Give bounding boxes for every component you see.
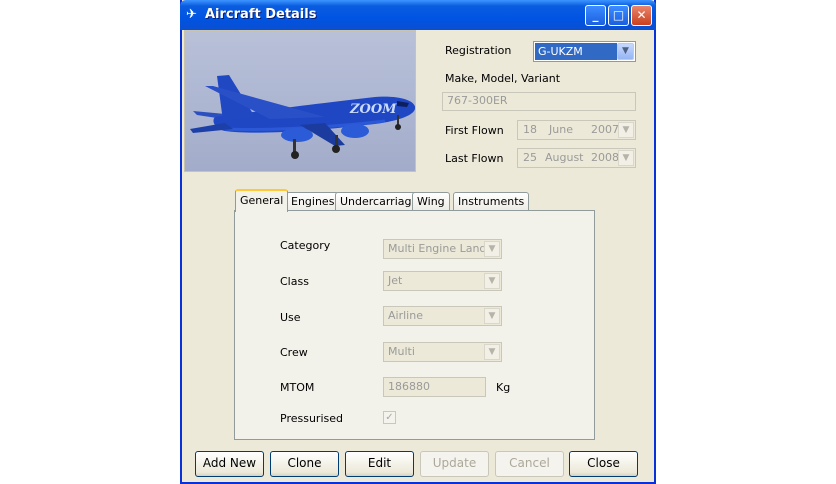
pressurised-checkbox[interactable]: ✓ <box>383 411 396 424</box>
registration-combo[interactable]: G-UKZM ▼ <box>533 41 636 62</box>
first-flown-date[interactable]: 18 June 2007 ▼ <box>517 120 636 140</box>
crew-value: Multi <box>388 345 415 358</box>
crew-label: Crew <box>280 346 308 359</box>
tab-instruments[interactable]: Instruments <box>453 192 530 211</box>
first-flown-month: June <box>549 123 573 136</box>
class-label: Class <box>280 275 309 288</box>
close-icon: ✕ <box>636 8 647 22</box>
mtom-label: MTOM <box>280 381 315 394</box>
last-flown-label: Last Flown <box>445 152 504 165</box>
use-combo[interactable]: Airline ▼ <box>383 306 502 326</box>
update-button[interactable]: Update <box>420 451 489 477</box>
tab-undercarriage[interactable]: Undercarriage <box>335 192 424 211</box>
close-window-button[interactable]: ✕ <box>631 5 652 26</box>
use-label: Use <box>280 311 301 324</box>
registration-label: Registration <box>445 44 512 57</box>
chevron-down-icon[interactable]: ▼ <box>617 43 634 60</box>
tab-wing[interactable]: Wing <box>412 192 450 211</box>
mtom-field[interactable]: 186880 <box>383 377 486 397</box>
category-combo[interactable]: Multi Engine Land ▼ <box>383 239 502 259</box>
use-value: Airline <box>388 309 423 322</box>
tab-general[interactable]: General <box>235 189 289 212</box>
last-flown-year: 2008 <box>591 151 619 164</box>
maximize-icon: □ <box>612 8 625 22</box>
last-flown-month: August <box>545 151 584 164</box>
tab-engines[interactable]: Engines <box>286 192 340 211</box>
chevron-down-icon[interactable]: ▼ <box>484 308 500 324</box>
first-flown-day: 18 <box>523 123 537 136</box>
chevron-down-icon[interactable]: ▼ <box>484 273 500 289</box>
mtom-unit: Kg <box>496 381 511 394</box>
first-flown-label: First Flown <box>445 124 504 137</box>
last-flown-date[interactable]: 25 August 2008 ▼ <box>517 148 636 168</box>
chevron-down-icon[interactable]: ▼ <box>484 241 500 257</box>
aircraft-photo: ZOOM <box>184 30 416 172</box>
window-title: Aircraft Details <box>205 7 317 22</box>
aircraft-image: ZOOM <box>185 31 415 171</box>
add-new-button[interactable]: Add New <box>195 451 264 477</box>
maximize-button[interactable]: □ <box>608 5 629 26</box>
registration-value: G-UKZM <box>535 43 617 60</box>
class-combo[interactable]: Jet ▼ <box>383 271 502 291</box>
close-button[interactable]: Close <box>569 451 638 477</box>
checkmark-icon: ✓ <box>385 412 394 423</box>
last-flown-day: 25 <box>523 151 537 164</box>
class-value: Jet <box>388 274 403 287</box>
cancel-button[interactable]: Cancel <box>495 451 564 477</box>
chevron-down-icon[interactable]: ▼ <box>484 344 500 360</box>
category-value: Multi Engine Land <box>388 242 487 255</box>
pressurised-label: Pressurised <box>280 412 343 425</box>
crew-combo[interactable]: Multi ▼ <box>383 342 502 362</box>
airplane-icon: ✈ <box>186 7 197 22</box>
title-bar[interactable]: ✈ Aircraft Details _ □ ✕ <box>180 0 656 30</box>
minimize-button[interactable]: _ <box>585 5 606 26</box>
category-label: Category <box>280 239 331 252</box>
livery-text: ZOOM <box>349 102 397 117</box>
edit-button[interactable]: Edit <box>345 451 414 477</box>
minimize-icon: _ <box>592 8 599 22</box>
chevron-down-icon[interactable]: ▼ <box>618 122 634 138</box>
chevron-down-icon[interactable]: ▼ <box>618 150 634 166</box>
make-model-field[interactable]: 767-300ER <box>442 92 636 111</box>
clone-button[interactable]: Clone <box>270 451 339 477</box>
make-model-label: Make, Model, Variant <box>445 72 561 85</box>
first-flown-year: 2007 <box>591 123 619 136</box>
